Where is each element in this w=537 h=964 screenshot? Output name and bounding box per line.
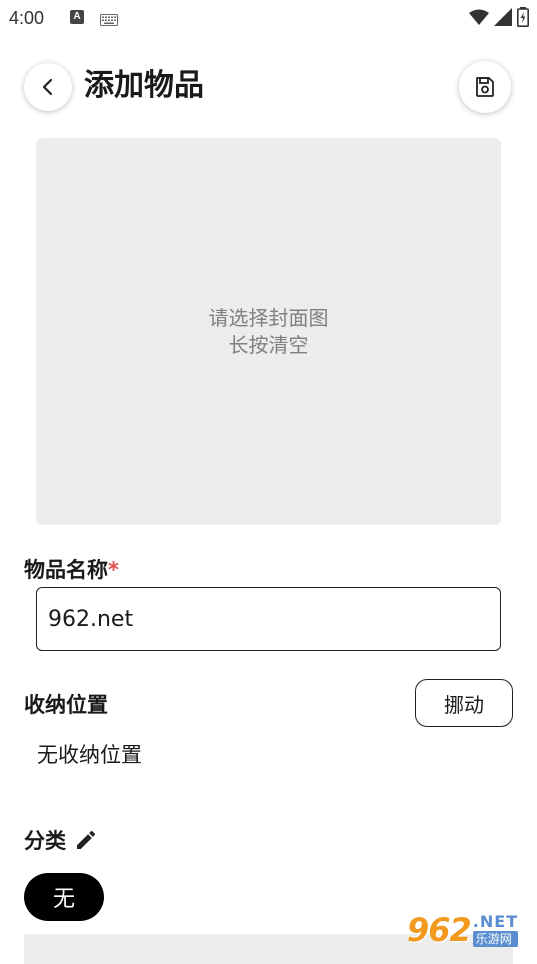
watermark-number: 962 [407,911,472,949]
signal-icon [494,8,512,26]
save-button[interactable] [459,61,511,113]
battery-icon [517,7,529,27]
category-chip[interactable]: 无 [24,873,104,921]
cover-hint-select: 请选择封面图 [208,305,329,330]
item-name-input[interactable] [36,587,501,651]
category-label: 分类 [24,829,66,853]
status-time: 4:00 [9,8,45,28]
category-header: 分类 [24,825,98,855]
status-bar: 4:00 A [0,0,537,36]
move-button[interactable]: 挪动 [415,679,513,727]
chevron-left-icon [42,78,53,96]
watermark-domain: .NET [472,912,519,931]
notification-a-icon: A [70,10,84,24]
status-icons [469,7,529,27]
site-watermark: 962 .NET 乐游网 [407,908,529,952]
page-title: 添加物品 [84,68,204,103]
required-mark: * [108,558,119,582]
item-name-label-text: 物品名称 [24,558,108,582]
cover-image-picker[interactable]: 请选择封面图 长按清空 [36,138,501,525]
keyboard-icon [100,11,118,30]
back-button[interactable] [24,63,72,111]
watermark-site-name: 乐游网 [472,931,519,947]
save-icon [476,77,494,97]
storage-location-label: 收纳位置 [24,693,108,717]
wifi-icon [469,9,489,25]
item-name-label: 物品名称* [24,554,119,584]
edit-pencil-icon[interactable] [74,828,98,852]
storage-location-value: 无收纳位置 [37,743,142,767]
cover-hint-clear: 长按清空 [228,332,309,357]
